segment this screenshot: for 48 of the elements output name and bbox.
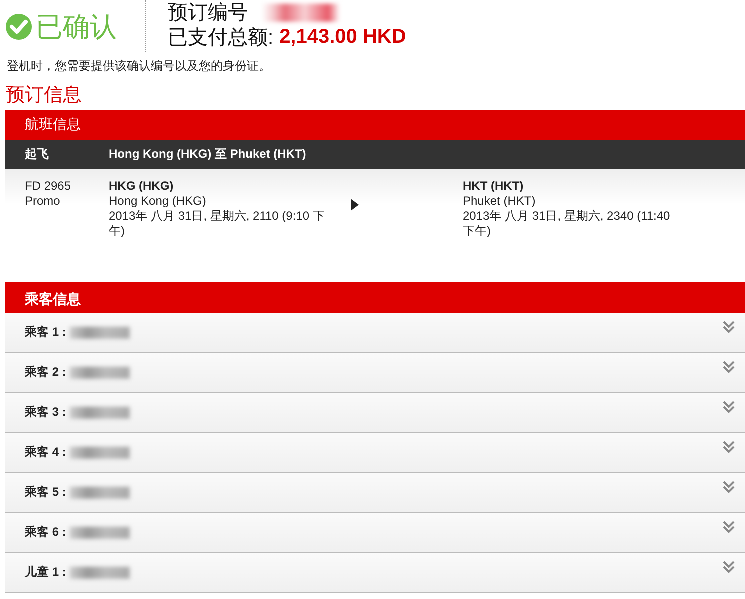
passenger-row[interactable]: 乘客 1 :: [5, 313, 745, 353]
redacted-name: [70, 526, 130, 538]
passenger-row[interactable]: 儿童 1 :: [5, 553, 745, 593]
airport-city: Hong Kong (HKG): [109, 194, 208, 209]
flight-time: 2013年 八月 31日, 星期六, 2110 (9:10 下午): [109, 209, 326, 239]
passenger-label: 乘客 4 :: [25, 444, 66, 461]
chevron-double-icon: [723, 401, 735, 414]
airport-code: HKG (HKG): [109, 179, 175, 194]
route-text: Hong Kong (HKG) 至 Phuket (HKT): [109, 146, 306, 163]
fare-type: Promo: [25, 194, 62, 209]
paid-total-amount: 2,143.00 HKD: [280, 26, 406, 49]
passenger-row[interactable]: 乘客 3 :: [5, 393, 745, 433]
section-header: 航班信息: [25, 116, 81, 134]
chevron-double-icon: [723, 441, 735, 454]
redacted-name: [70, 406, 130, 418]
passenger-label: 乘客 6 :: [25, 524, 66, 541]
chevron-double-icon: [723, 521, 735, 534]
redacted-name: [70, 366, 130, 378]
passenger-row[interactable]: 乘客 2 :: [5, 353, 745, 393]
passenger-label: 儿童 1 :: [25, 564, 66, 581]
passenger-label: 乘客 2 :: [25, 364, 66, 381]
passenger-row[interactable]: 乘客 5 :: [5, 473, 745, 513]
redacted-name: [70, 326, 130, 338]
redacted-name: [70, 446, 130, 458]
leg-label: 起飞: [25, 146, 50, 163]
airport-code: HKT (HKT): [463, 179, 525, 194]
redacted-name: [70, 486, 130, 498]
booking-number-label: 预订编号: [168, 1, 248, 26]
chevron-double-icon: [723, 561, 735, 574]
chevron-double-icon: [723, 361, 735, 374]
passenger-row[interactable]: 乘客 6 :: [5, 513, 745, 553]
flight-time: 2013年 八月 31日, 星期六, 2340 (11:40 下午): [463, 209, 672, 239]
chevron-double-icon: [723, 321, 735, 334]
arrow-right-icon: [351, 199, 359, 211]
passenger-row[interactable]: 乘客 4 :: [5, 433, 745, 473]
passenger-label: 乘客 5 :: [25, 484, 66, 501]
check-icon: [5, 13, 33, 41]
chevron-double-icon: [723, 481, 735, 494]
redacted-name: [70, 566, 130, 578]
flight-number: FD 2965: [25, 179, 72, 194]
status-label: 已确认: [36, 11, 117, 45]
paid-total-label: 已支付总额:: [168, 26, 274, 51]
passenger-label: 乘客 1 :: [25, 324, 66, 341]
airport-city: Phuket (HKT): [463, 194, 537, 209]
section-title: 预订信息: [5, 84, 83, 108]
notice-text: 登机时，您需要提供该确认编号以及您的身份证。: [6, 58, 272, 75]
section-header: 乘客信息: [25, 291, 81, 309]
passenger-label: 乘客 3 :: [25, 404, 66, 421]
